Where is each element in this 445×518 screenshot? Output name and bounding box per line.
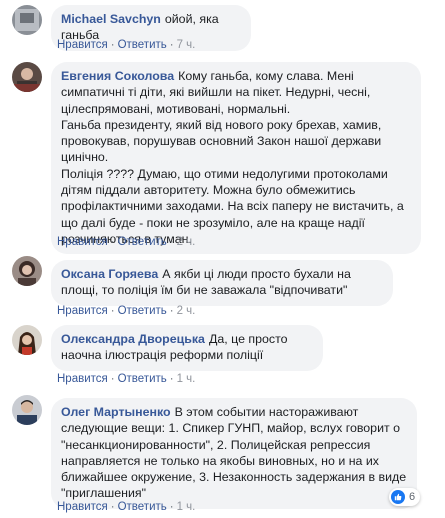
avatar[interactable] bbox=[12, 325, 42, 355]
reply-link[interactable]: Ответить bbox=[118, 236, 167, 248]
comment-actions: Нравится · Ответить · 2 ч. bbox=[57, 236, 196, 248]
reply-link[interactable]: Ответить bbox=[118, 305, 167, 317]
comment-time[interactable]: 1 ч. bbox=[177, 373, 196, 385]
comment-bubble: Олег Мартыненко В этом событии насторажив… bbox=[51, 398, 417, 509]
avatar[interactable] bbox=[12, 256, 42, 286]
reply-link[interactable]: Ответить bbox=[118, 373, 167, 385]
like-link[interactable]: Нравится bbox=[57, 39, 108, 51]
like-link[interactable]: Нравится bbox=[57, 305, 108, 317]
reactions-badge[interactable]: 6 bbox=[389, 488, 421, 506]
comment-time[interactable]: 1 ч. bbox=[177, 501, 196, 513]
comment-author[interactable]: Michael Savchyn bbox=[61, 12, 161, 26]
comment-text: Ганьба президенту, який від нового року … bbox=[61, 117, 382, 165]
comment-time[interactable]: 2 ч. bbox=[177, 236, 196, 248]
like-link[interactable]: Нравится bbox=[57, 236, 108, 248]
reply-link[interactable]: Ответить bbox=[118, 501, 167, 513]
comment-bubble: Оксана Горяева А якби ці люди просто буха… bbox=[51, 260, 393, 306]
avatar[interactable] bbox=[12, 62, 42, 92]
like-link[interactable]: Нравится bbox=[57, 373, 108, 385]
comment-author[interactable]: Олександра Дворецька bbox=[61, 332, 205, 346]
comment-bubble: Олександра Дворецька Да, це просто наочна… bbox=[51, 325, 323, 371]
comment-actions: Нравится · Ответить · 7 ч. bbox=[57, 39, 196, 51]
reaction-count: 6 bbox=[409, 491, 416, 503]
avatar[interactable] bbox=[12, 395, 42, 425]
like-icon bbox=[391, 490, 405, 504]
comment-author[interactable]: Оксана Горяева bbox=[61, 267, 158, 281]
avatar[interactable] bbox=[12, 5, 42, 35]
comment-bubble: Евгения Соколова Кому ганьба, кому слава.… bbox=[51, 62, 421, 255]
comment-actions: Нравится · Ответить · 2 ч. bbox=[57, 305, 196, 317]
like-link[interactable]: Нравится bbox=[57, 501, 108, 513]
comment-actions: Нравится · Ответить · 1 ч. bbox=[57, 373, 196, 385]
comment-time[interactable]: 2 ч. bbox=[177, 305, 196, 317]
comment-actions: Нравится · Ответить · 1 ч. bbox=[57, 501, 196, 513]
comment-text: В этом событии настораживают следующие в… bbox=[61, 405, 407, 501]
comment-author[interactable]: Олег Мартыненко bbox=[61, 405, 171, 419]
comment-author[interactable]: Евгения Соколова bbox=[61, 69, 174, 83]
comment-time[interactable]: 7 ч. bbox=[177, 39, 196, 51]
reply-link[interactable]: Ответить bbox=[118, 39, 167, 51]
